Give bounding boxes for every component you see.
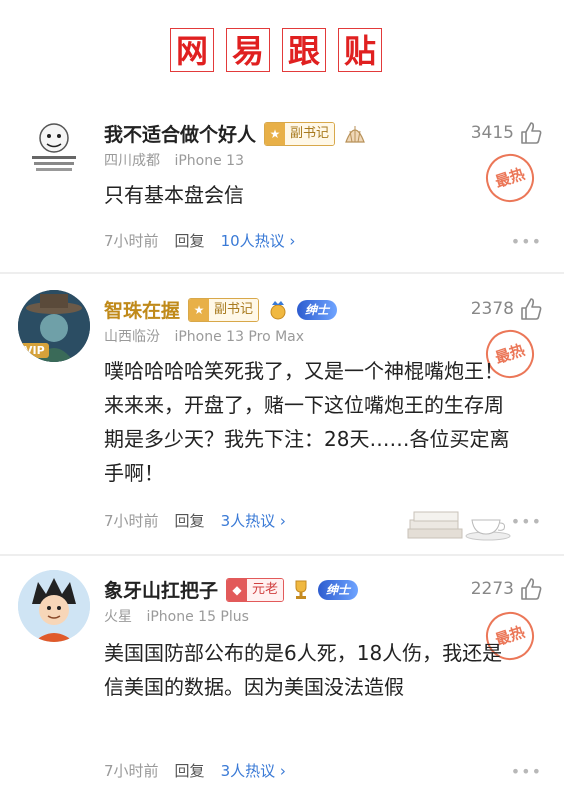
location: 四川成都 <box>104 153 160 169</box>
action-row: 7小时前 回复 10人热议 › <box>104 230 295 251</box>
like-count: 3415 <box>470 123 514 143</box>
action-row: 7小时前 回复 3人热议 › <box>104 510 286 531</box>
badge-label: 副书记 <box>285 122 335 145</box>
header: 网 易 跟 贴 <box>0 0 564 88</box>
title-char: 贴 <box>338 28 382 72</box>
gentleman-tag: 绅士 <box>318 579 359 600</box>
vip-label: VIP <box>20 343 49 358</box>
avatar[interactable] <box>18 570 90 642</box>
more-options-icon[interactable]: ••• <box>511 762 542 781</box>
like-button[interactable]: 3415 <box>471 120 544 146</box>
reply-button[interactable]: 回复 <box>175 510 205 531</box>
user-row: 智珠在握 ★ 副书记 绅士 <box>104 296 338 323</box>
page-title: 网 易 跟 贴 <box>170 28 382 72</box>
thumbs-up-icon <box>521 298 542 320</box>
more-options-icon[interactable]: ••• <box>511 232 542 251</box>
more-options-icon[interactable]: ••• <box>511 512 542 531</box>
shield-icon: ◆ <box>227 578 248 601</box>
rank-badge: ◆ 元老 <box>226 577 285 602</box>
title-char: 易 <box>226 28 270 72</box>
user-row: 我不适合做个好人 ★ 副书记 <box>104 120 367 147</box>
username[interactable]: 象牙山扛把子 <box>104 576 218 603</box>
divider <box>0 554 564 556</box>
crown-medal-icon <box>270 300 286 319</box>
comment-text: 美国国防部公布的是6人死，18人伤，我还是信美国的数据。因为美国没法造假 <box>104 641 503 699</box>
thumbs-up-icon <box>521 122 542 144</box>
gentleman-tag: 绅士 <box>297 299 338 320</box>
badge-label: 元老 <box>247 578 284 601</box>
like-button[interactable]: 2378 <box>471 296 544 322</box>
title-char: 网 <box>170 28 214 72</box>
timestamp: 7小时前 <box>104 762 159 780</box>
like-count: 2273 <box>470 579 514 599</box>
username[interactable]: 我不适合做个好人 <box>104 120 256 147</box>
like-button[interactable]: 2273 <box>471 576 544 602</box>
timestamp: 7小时前 <box>104 512 159 530</box>
device: iPhone 15 Plus <box>146 609 249 625</box>
avatar[interactable]: VIP <box>18 290 90 362</box>
action-row: 7小时前 回复 3人热议 › <box>104 760 286 781</box>
user-meta: 火星 iPhone 15 Plus <box>104 606 249 626</box>
hot-discussion-link[interactable]: 3人热议 › <box>221 510 286 531</box>
thumbs-up-icon <box>521 578 542 600</box>
comment-text: 噗哈哈哈哈笑死我了，又是一个神棍嘴炮王！来来来，开盘了，赌一下这位嘴炮王的生存周… <box>104 359 510 485</box>
location: 火星 <box>104 609 132 625</box>
star-icon: ★ <box>189 298 210 321</box>
comment-item: VIP 智珠在握 ★ 副书记 绅士 山西临汾 iPhone 13 Pro Max… <box>0 284 564 546</box>
comment-item: 我不适合做个好人 ★ 副书记 四川成都 iPhone 13 3415 最热 只有… <box>0 108 564 270</box>
user-meta: 四川成都 iPhone 13 <box>104 150 244 170</box>
user-row: 象牙山扛把子 ◆ 元老 绅士 <box>104 576 359 603</box>
hot-discussion-link[interactable]: 10人热议 › <box>221 230 296 251</box>
divider <box>0 272 564 274</box>
username[interactable]: 智珠在握 <box>104 296 180 323</box>
comment-text: 只有基本盘会信 <box>104 183 244 207</box>
star-icon: ★ <box>265 122 286 145</box>
books-teacup-decoration <box>407 511 511 541</box>
like-count: 2378 <box>470 299 514 319</box>
device: iPhone 13 <box>174 153 244 169</box>
reply-button[interactable]: 回复 <box>175 760 205 781</box>
user-meta: 山西临汾 iPhone 13 Pro Max <box>104 326 304 346</box>
rank-badge: ★ 副书记 <box>188 297 260 322</box>
trophy-icon <box>295 580 307 599</box>
timestamp: 7小时前 <box>104 232 159 250</box>
badge-label: 副书记 <box>209 298 259 321</box>
location: 山西临汾 <box>104 329 160 345</box>
reply-button[interactable]: 回复 <box>175 230 205 251</box>
rank-badge: ★ 副书记 <box>264 121 336 146</box>
hot-discussion-link[interactable]: 3人热议 › <box>221 760 286 781</box>
title-char: 跟 <box>282 28 326 72</box>
device: iPhone 13 Pro Max <box>174 329 305 345</box>
shell-icon <box>345 125 365 143</box>
comment-item: 象牙山扛把子 ◆ 元老 绅士 火星 iPhone 15 Plus 2273 最热… <box>0 564 564 800</box>
avatar[interactable] <box>18 114 90 186</box>
